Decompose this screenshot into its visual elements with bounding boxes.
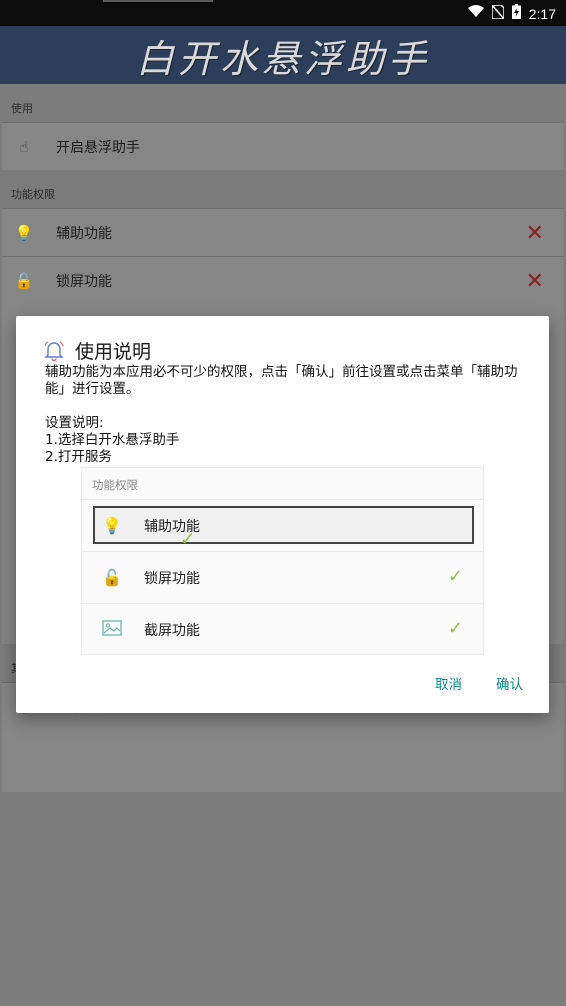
status-bar-icons: 2:17: [467, 3, 556, 23]
instruction-step: 2.打开服务: [45, 449, 112, 465]
dialog-actions: 取消 确认: [435, 673, 523, 693]
lock-icon: 🔓: [102, 568, 122, 587]
lightbulb-icon: 💡: [102, 516, 122, 535]
dialog-header: 使用说明: [43, 337, 151, 364]
clock: 2:17: [528, 5, 556, 22]
wifi-icon: [467, 5, 484, 22]
check-icon: ✓: [447, 618, 463, 639]
confirm-button[interactable]: 确认: [496, 673, 523, 693]
instruction-illustration: 功能权限 💡 辅助功能 ✓ 🔓 锁屏功能 ✓ 截屏功能 ✓: [81, 467, 484, 655]
illustration-row-label: 截屏功能: [144, 623, 200, 639]
illustration-row-lockscreen: 🔓 锁屏功能 ✓: [82, 552, 483, 604]
illustration-row-screenshot: 截屏功能 ✓: [82, 604, 483, 656]
usage-dialog: 使用说明 辅助功能为本应用必不可少的权限，点击「确认」前往设置或点击菜单「辅助功…: [16, 316, 549, 713]
dialog-title: 使用说明: [75, 341, 152, 363]
instruction-step: 1.选择白开水悬浮助手: [45, 432, 180, 448]
no-sim-icon: [491, 3, 505, 23]
illustration-row-accessibility: 💡 辅助功能 ✓: [82, 500, 483, 552]
instructions-heading: 设置说明:: [45, 415, 104, 431]
dialog-message: 辅助功能为本应用必不可少的权限，点击「确认」前往设置或点击菜单「辅助功能」进行设…: [45, 364, 525, 466]
picture-icon: [82, 620, 142, 640]
status-bar-notch: [103, 0, 213, 2]
illustration-row-label: 锁屏功能: [144, 570, 200, 587]
status-bar: 2:17: [0, 0, 566, 26]
dialog-message-text: 辅助功能为本应用必不可少的权限，点击「确认」前往设置或点击菜单「辅助功能」进行设…: [45, 364, 518, 397]
check-icon: ✓: [180, 529, 196, 550]
cancel-button[interactable]: 取消: [435, 673, 462, 693]
bell-icon: [43, 340, 65, 362]
illustration-section-title: 功能权限: [82, 468, 483, 500]
battery-charging-icon: [511, 4, 521, 23]
check-icon: ✓: [447, 566, 463, 587]
